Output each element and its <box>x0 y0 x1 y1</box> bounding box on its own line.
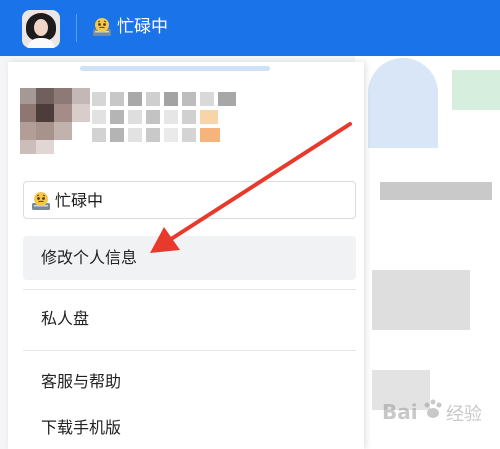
menu-divider <box>23 350 356 351</box>
menu-item-label: 客服与帮助 <box>41 372 122 391</box>
menu-item-support[interactable]: 客服与帮助 <box>23 360 356 404</box>
user-avatar[interactable] <box>22 10 60 48</box>
menu-item-edit-profile[interactable]: 修改个人信息 <box>23 236 356 280</box>
menu-item-label: 私人盘 <box>41 309 90 328</box>
menu-item-private-drive[interactable]: 私人盘 <box>23 297 356 341</box>
blurred-block <box>452 70 500 110</box>
user-info-mosaic <box>20 88 236 154</box>
busy-status-icon <box>32 192 50 210</box>
menu-item-label: 修改个人信息 <box>41 248 138 267</box>
blurred-block <box>380 182 492 200</box>
menu-item-download-mobile[interactable]: 下载手机版 <box>23 406 356 449</box>
watermark-logo: Bai 经验 <box>382 399 482 425</box>
panel-accent-line <box>80 66 270 71</box>
top-bar <box>0 0 500 56</box>
busy-status-icon <box>93 18 111 36</box>
blurred-block <box>368 58 438 148</box>
blurred-block <box>372 270 470 330</box>
header-divider <box>76 14 77 42</box>
menu-divider <box>23 289 356 290</box>
menu-item-label: 下载手机版 <box>41 418 122 437</box>
header-status-label[interactable]: 忙碌中 <box>117 16 168 38</box>
status-selector-label: 忙碌中 <box>55 191 104 210</box>
mosaic-pixels <box>20 88 236 154</box>
